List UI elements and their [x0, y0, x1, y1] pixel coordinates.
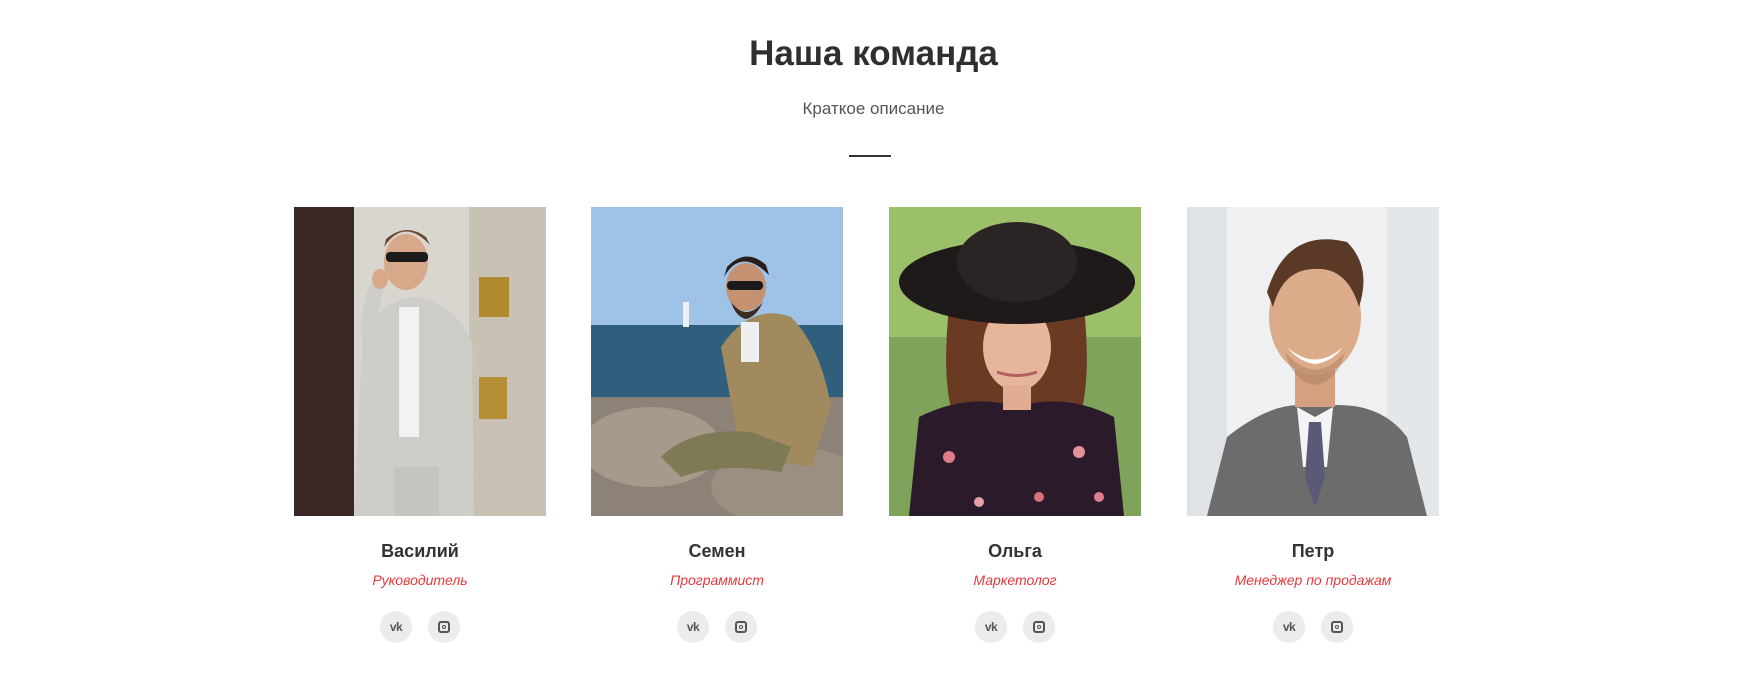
team-member-card: Семен Программист vk — [591, 207, 843, 643]
social-links: vk — [889, 611, 1141, 643]
team-member-role: Менеджер по продажам — [1234, 572, 1392, 588]
section-subtitle: Краткое описание — [802, 99, 945, 118]
team-member-photo — [294, 207, 546, 516]
team-member-card: Ольга Маркетолог vk — [889, 207, 1141, 643]
section-title: Наша команда — [749, 34, 998, 73]
social-links: vk — [294, 611, 546, 643]
team-section: Наша команда Краткое описание Василий Ру… — [0, 0, 1747, 688]
team-member-photo — [1187, 207, 1439, 516]
vk-link-button[interactable]: vk — [1273, 611, 1305, 643]
team-member-card: Василий Руководитель vk — [294, 207, 546, 643]
team-member-name: Ольга — [988, 541, 1042, 561]
instagram-link-button[interactable] — [1321, 611, 1353, 643]
team-member-name: Василий — [381, 541, 459, 561]
vk-icon: vk — [686, 620, 700, 634]
team-member-card: Петр Менеджер по продажам vk — [1187, 207, 1439, 643]
team-member-role: Маркетолог — [973, 572, 1057, 588]
instagram-link-button[interactable] — [428, 611, 460, 643]
instagram-icon — [1331, 621, 1343, 633]
vk-link-button[interactable]: vk — [677, 611, 709, 643]
vk-icon: vk — [984, 620, 998, 634]
team-member-photo — [591, 207, 843, 516]
vk-icon: vk — [1282, 620, 1296, 634]
instagram-link-button[interactable] — [1023, 611, 1055, 643]
team-member-role: Руководитель — [372, 572, 468, 588]
social-links: vk — [591, 611, 843, 643]
instagram-link-button[interactable] — [725, 611, 757, 643]
team-member-name: Семен — [688, 541, 746, 561]
instagram-icon — [1033, 621, 1045, 633]
team-member-role: Программист — [670, 572, 764, 588]
title-divider — [849, 155, 891, 157]
instagram-icon — [438, 621, 450, 633]
vk-icon: vk — [389, 620, 403, 634]
vk-link-button[interactable]: vk — [975, 611, 1007, 643]
team-member-photo — [889, 207, 1141, 516]
social-links: vk — [1187, 611, 1439, 643]
vk-link-button[interactable]: vk — [380, 611, 412, 643]
instagram-icon — [735, 621, 747, 633]
team-member-name: Петр — [1291, 541, 1335, 561]
